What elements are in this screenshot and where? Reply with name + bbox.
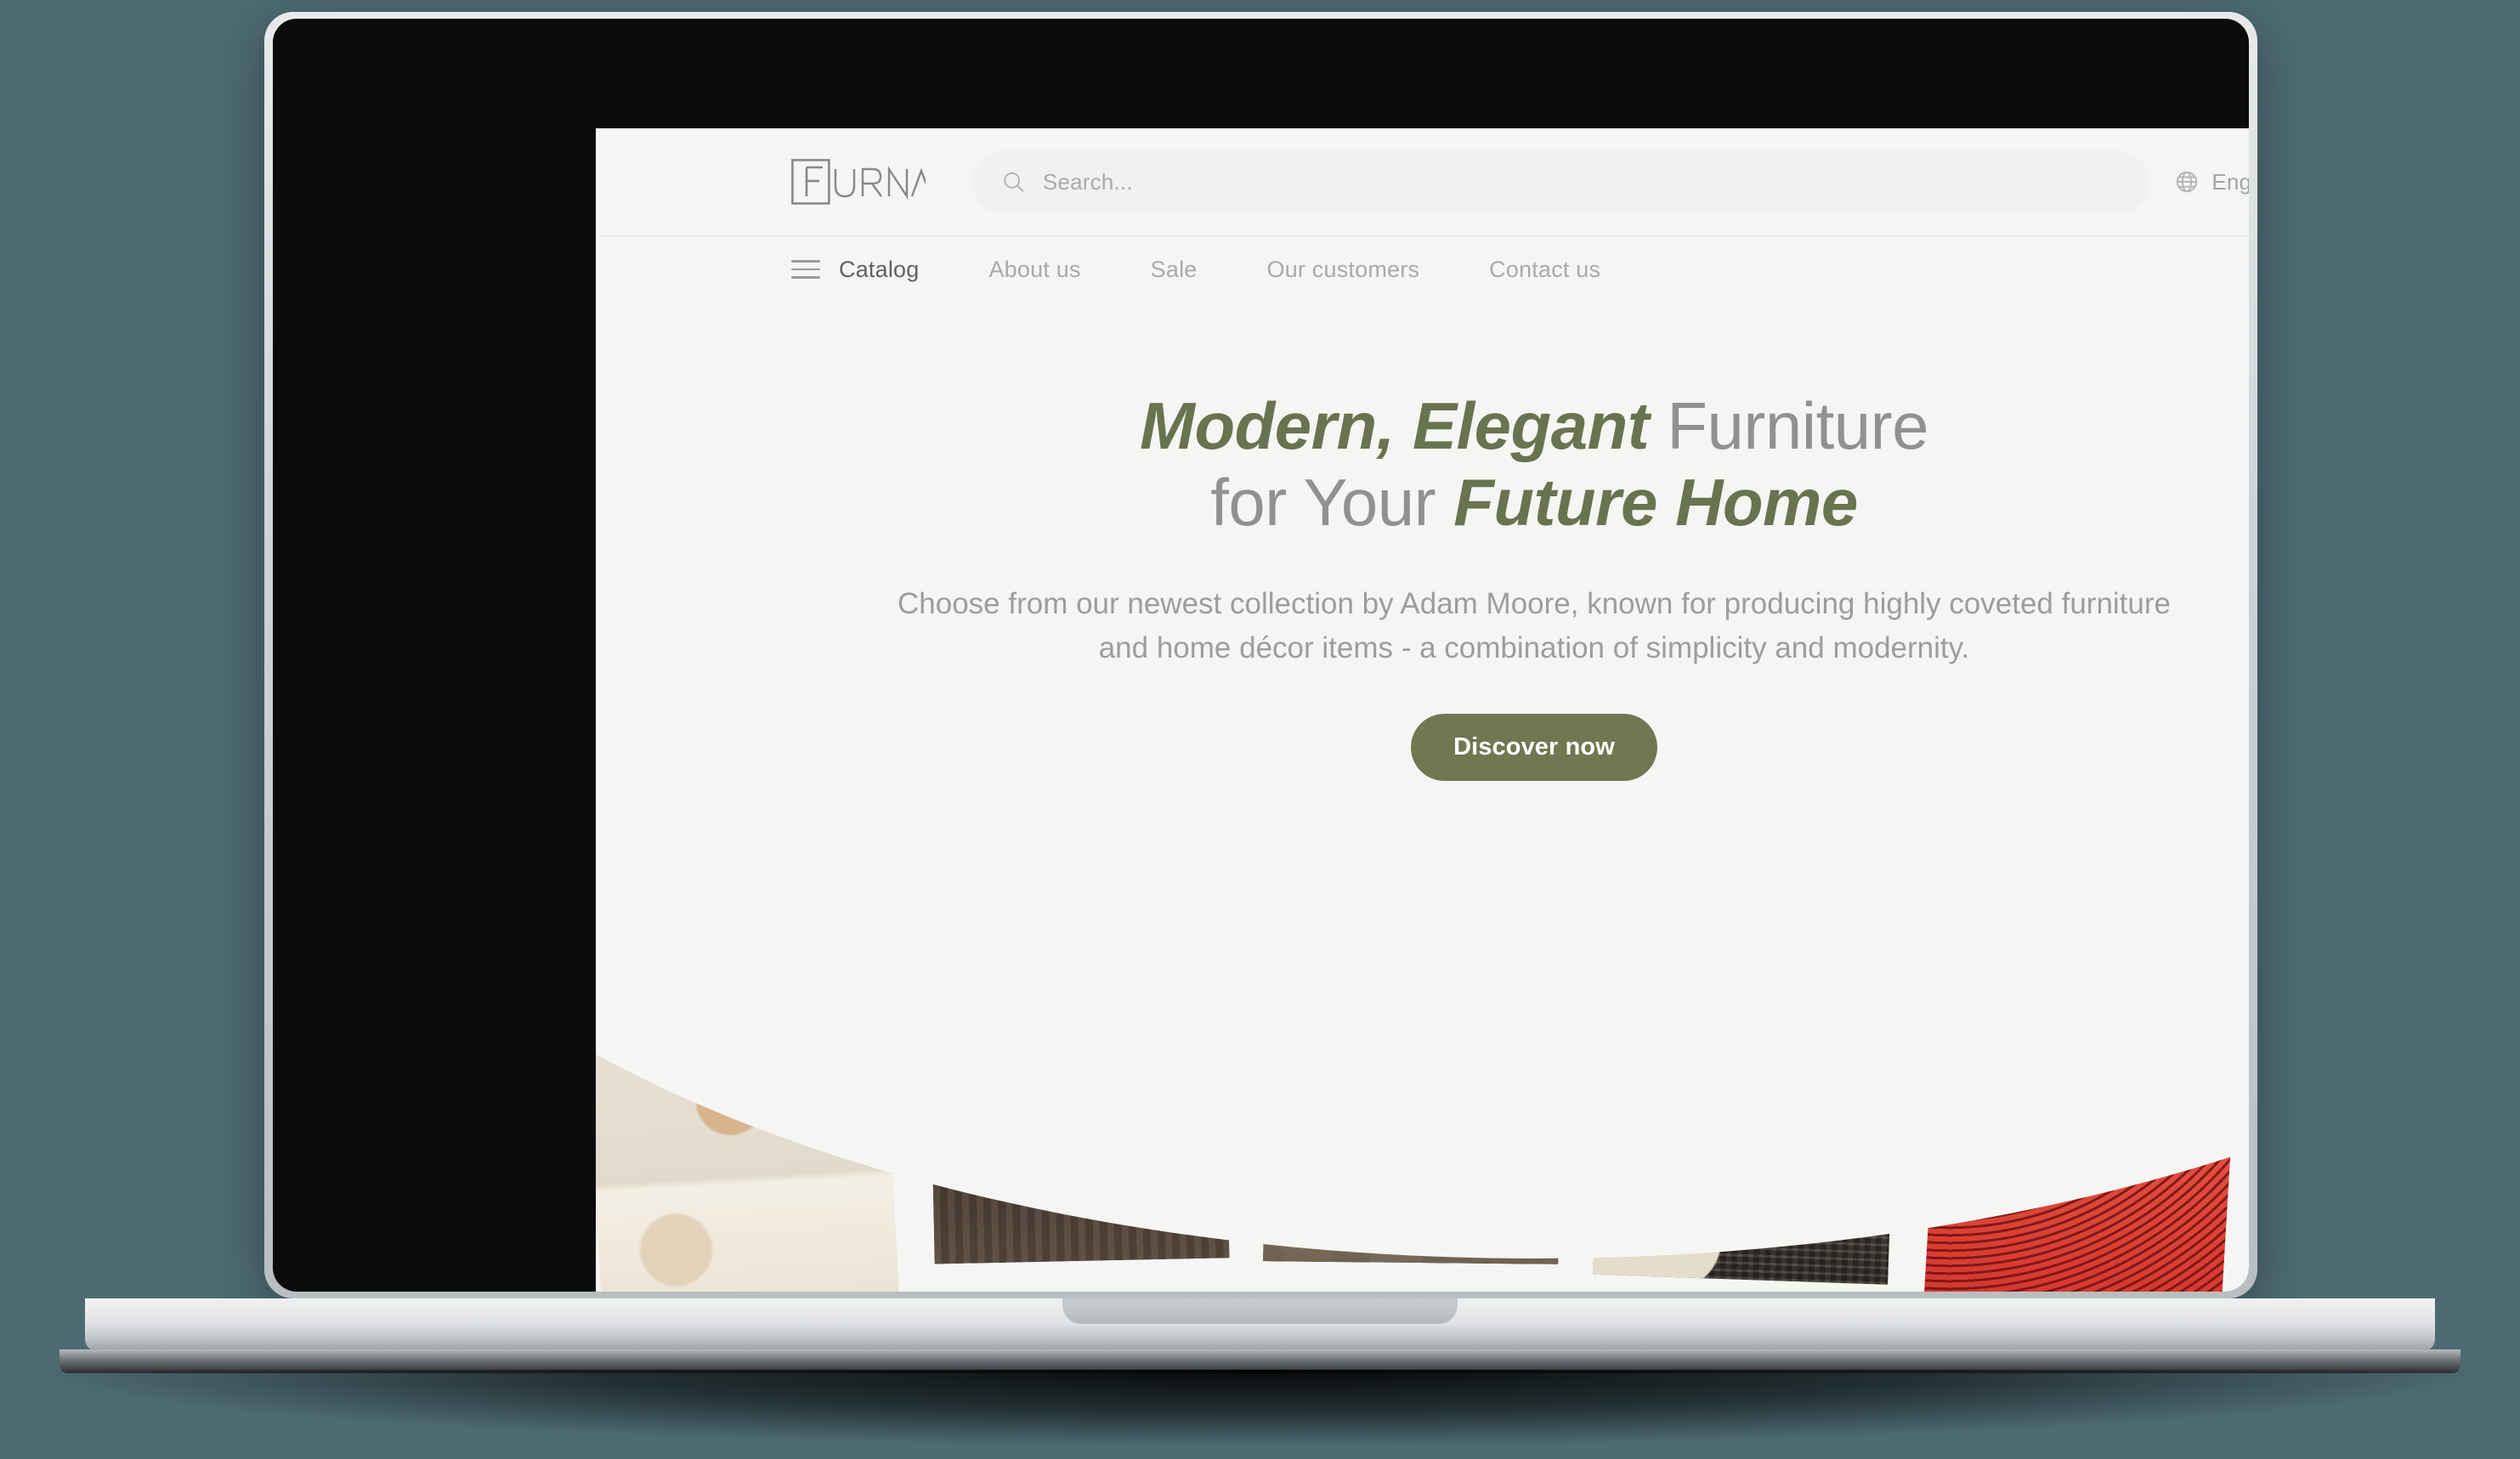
hero-title: Modern, Elegant Furniture for Your Futur…	[596, 387, 2249, 541]
furna-logo-icon	[791, 159, 926, 205]
search-input[interactable]	[1042, 168, 2121, 195]
brand-logo[interactable]	[791, 159, 926, 205]
carousel-slide[interactable]	[1263, 968, 1561, 1264]
laptop-drop-shadow	[34, 1370, 2486, 1446]
search-bar[interactable]	[972, 150, 2149, 214]
language-switcher[interactable]: English	[2174, 169, 2249, 195]
nav-item-our-customers[interactable]: Our customers	[1267, 257, 1420, 283]
nav-link-list: Catalog About us Sale Our customers Cont…	[839, 257, 1600, 283]
carousel-image-tan-sofa	[928, 964, 1230, 1264]
main-navigation: Catalog About us Sale Our customers Cont…	[596, 236, 2249, 303]
search-icon	[1004, 172, 1024, 192]
hero-subtitle: Choose from our newest collection by Ada…	[897, 586, 2171, 665]
hamburger-menu-icon[interactable]	[791, 260, 820, 279]
carousel-slide[interactable]	[596, 944, 899, 1292]
site-header: English	[596, 128, 2249, 236]
hero-title-accent-2: Future Home	[1453, 465, 1858, 540]
nav-item-contact-us[interactable]: Contact us	[1489, 257, 1600, 283]
hero-title-plain-2: for Your	[1210, 465, 1454, 540]
hero-title-line-2: for Your Future Home	[596, 464, 2249, 540]
hero-title-plain-1: Furniture	[1649, 388, 1928, 463]
carousel-image-beige-living	[596, 944, 899, 1292]
carousel-image-red-room	[1923, 944, 2244, 1292]
header-actions: English	[2174, 149, 2249, 215]
globe-icon	[2177, 171, 2198, 193]
carousel-slide[interactable]	[928, 964, 1230, 1264]
nav-item-about-us[interactable]: About us	[988, 257, 1080, 283]
carousel-image-dark-window	[1263, 968, 1561, 1264]
gallery-carousel[interactable]	[596, 944, 2249, 1292]
browser-viewport: English	[596, 128, 2249, 1292]
laptop-mockup: English	[0, 0, 2520, 1459]
nav-item-sale[interactable]: Sale	[1151, 257, 1198, 283]
discover-now-button[interactable]: Discover now	[1411, 713, 1657, 781]
laptop-base-notch	[1062, 1298, 1458, 1324]
carousel-slide[interactable]	[1593, 944, 1900, 1285]
hero-title-accent-1: Modern, Elegant	[1139, 388, 1650, 463]
carousel-image-stone-wall	[1593, 944, 1900, 1285]
nav-item-catalog[interactable]: Catalog	[839, 257, 919, 283]
carousel-track[interactable]	[596, 944, 2249, 1292]
hero-section: Modern, Elegant Furniture for Your Futur…	[596, 303, 2249, 1292]
laptop-screen-bezel: English	[273, 19, 2249, 1292]
carousel-slide[interactable]	[1923, 944, 2244, 1292]
language-label: English	[2211, 168, 2249, 195]
